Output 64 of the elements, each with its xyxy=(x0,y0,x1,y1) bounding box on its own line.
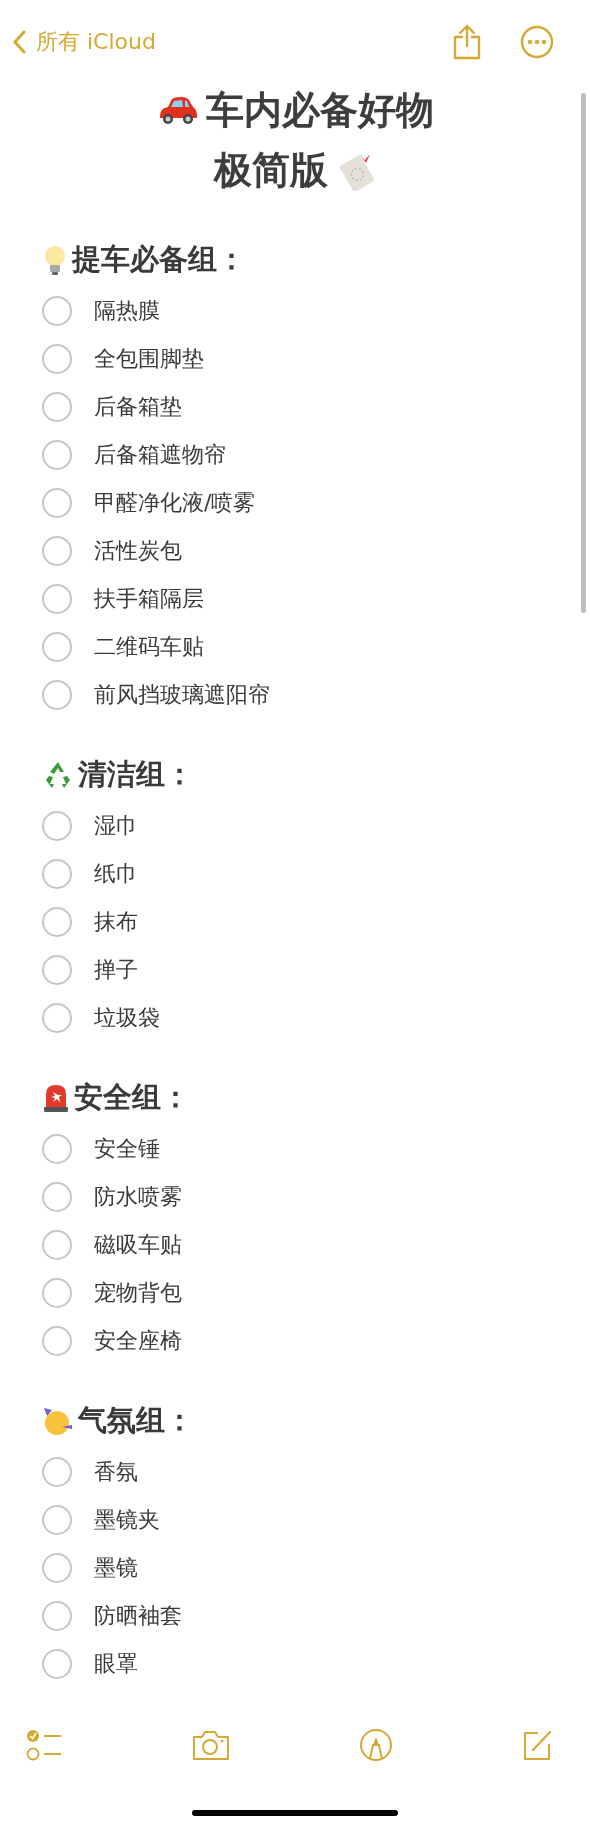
checklist-item: 纸巾 xyxy=(94,860,138,888)
checklist-item: 防水喷雾 xyxy=(94,1183,182,1211)
checklist-item: 湿巾 xyxy=(94,812,138,840)
checklist-item: 香氛 xyxy=(94,1458,138,1486)
checkbox[interactable] xyxy=(42,1134,72,1164)
share-button[interactable] xyxy=(452,24,482,60)
section-heading: 安全组： xyxy=(74,1079,190,1116)
checklist-item: 磁吸车贴 xyxy=(94,1231,182,1259)
section-heading: 气氛组： xyxy=(78,1402,194,1439)
checklist-item: 前风挡玻璃遮阳帘 xyxy=(94,681,270,709)
checkbox[interactable] xyxy=(42,584,72,614)
siren-light-icon xyxy=(42,1082,70,1114)
checkbox[interactable] xyxy=(42,907,72,937)
checklist-item: 抹布 xyxy=(94,908,138,936)
checkbox[interactable] xyxy=(42,1505,72,1535)
checkbox[interactable] xyxy=(42,344,72,374)
checklist-item: 扶手箱隔层 xyxy=(94,585,204,613)
note-title: 车内必备好物 xyxy=(206,86,434,134)
checklist-item: 甲醛净化液/喷雾 xyxy=(94,489,256,517)
checklist-item: 安全锤 xyxy=(94,1135,160,1163)
markup-button[interactable] xyxy=(358,1728,393,1762)
camera-button[interactable] xyxy=(191,1729,232,1761)
checkbox[interactable] xyxy=(42,1278,72,1308)
checklist-item: 二维码车贴 xyxy=(94,633,204,661)
chevron-left-icon xyxy=(12,30,26,54)
checkbox[interactable] xyxy=(42,1003,72,1033)
checklist-item: 后备箱遮物帘 xyxy=(94,441,226,469)
checklist-item: 后备箱垫 xyxy=(94,393,182,421)
checkbox[interactable] xyxy=(42,392,72,422)
checklist-item: 隔热膜 xyxy=(94,297,160,325)
checkbox[interactable] xyxy=(42,1230,72,1260)
checkbox[interactable] xyxy=(42,955,72,985)
section-heading: 提车必备组： xyxy=(72,241,246,278)
section-heading: 清洁组： xyxy=(78,756,194,793)
checklist-item: 掸子 xyxy=(94,956,138,984)
checkbox[interactable] xyxy=(42,811,72,841)
checklist-button[interactable] xyxy=(26,1728,64,1762)
checkbox[interactable] xyxy=(42,296,72,326)
checklist-item: 墨镜夹 xyxy=(94,1506,160,1534)
checklist-item: 防晒袖套 xyxy=(94,1602,182,1630)
checkbox[interactable] xyxy=(42,1457,72,1487)
checkbox[interactable] xyxy=(42,680,72,710)
checkbox[interactable] xyxy=(42,536,72,566)
back-link[interactable]: 所有 iCloud xyxy=(12,27,156,57)
party-emoji-icon xyxy=(42,1405,74,1437)
checkbox[interactable] xyxy=(42,859,72,889)
checklist-item: 眼罩 xyxy=(94,1650,138,1678)
checkbox[interactable] xyxy=(42,488,72,518)
checklist-item: 墨镜 xyxy=(94,1554,138,1582)
checkbox[interactable] xyxy=(42,1182,72,1212)
checkbox[interactable] xyxy=(42,1553,72,1583)
light-bulb-icon xyxy=(42,244,68,276)
checklist-item: 安全座椅 xyxy=(94,1327,182,1355)
checkbox[interactable] xyxy=(42,632,72,662)
more-button[interactable] xyxy=(520,25,554,59)
checklist-item: 垃圾袋 xyxy=(94,1004,160,1032)
checklist-item: 全包围脚垫 xyxy=(94,345,204,373)
checklist-item: 宠物背包 xyxy=(94,1279,182,1307)
checkbox[interactable] xyxy=(42,440,72,470)
checkbox[interactable] xyxy=(42,1601,72,1631)
checklist-item: 活性炭包 xyxy=(94,537,182,565)
note-title: 极简版 xyxy=(214,146,328,194)
checkbox[interactable] xyxy=(42,1649,72,1679)
checkbox[interactable] xyxy=(42,1326,72,1356)
